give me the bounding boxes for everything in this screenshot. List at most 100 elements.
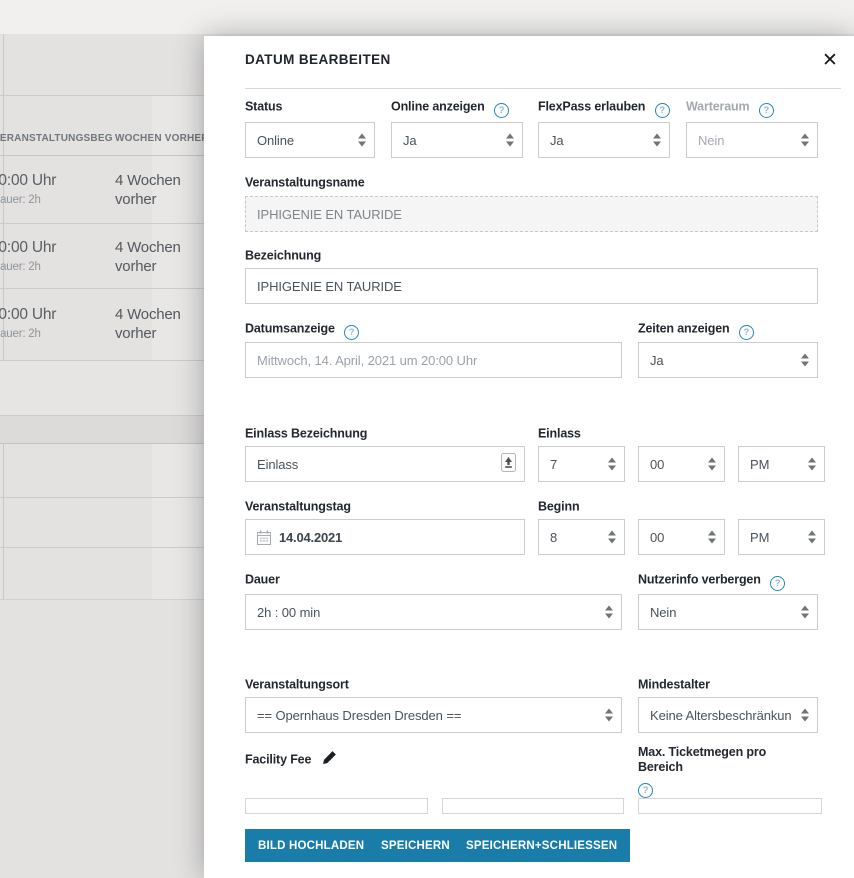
row-divider	[0, 288, 204, 289]
max-ticketmenge-label: Max. Ticketmegen pro Bereich ?	[638, 745, 798, 798]
flexpass-select[interactable]: Ja	[538, 122, 670, 158]
select-arrows-icon	[605, 709, 613, 722]
einlass-meridiem-select[interactable]: PM	[738, 446, 825, 482]
status-label: Status	[245, 99, 282, 114]
zeiten-anzeigen-label: Zeiten anzeigen ?	[638, 321, 754, 340]
edit-pencil-icon[interactable]	[322, 754, 337, 768]
select-value: 00	[650, 530, 664, 545]
label-text: Veranstaltungsort	[245, 678, 349, 692]
row-divider	[0, 223, 204, 224]
event-duration: Dauer: 2h	[0, 194, 41, 206]
facility-fee-input-2[interactable]	[442, 798, 624, 814]
select-value: Ja	[403, 133, 417, 148]
label-text: Zeiten anzeigen	[638, 322, 730, 336]
event-duration: Dauer: 2h	[0, 261, 41, 273]
empty-table-row	[0, 361, 204, 415]
table-header-divider	[0, 155, 204, 156]
warteraum-select[interactable]: Nein	[686, 122, 818, 158]
help-icon[interactable]: ?	[739, 325, 754, 340]
select-value: Nein	[698, 133, 724, 148]
select-value: Ja	[550, 133, 564, 148]
label-text: Datumsanzeige	[245, 322, 335, 336]
row-divider	[0, 599, 204, 600]
einlass-minute-select[interactable]: 00	[638, 446, 725, 482]
label-text: Veranstaltungsname	[245, 176, 365, 190]
close-icon[interactable]: ✕	[816, 46, 844, 74]
einlass-label: Einlass	[538, 426, 581, 441]
bezeichnung-input[interactable]	[245, 268, 818, 304]
bezeichnung-label: Bezeichnung	[245, 248, 321, 263]
label-text: Bezeichnung	[245, 249, 321, 263]
event-time: 20:00 Uhr	[0, 306, 56, 324]
row-divider	[0, 547, 204, 548]
select-value: Ja	[650, 353, 664, 368]
zeiten-anzeigen-select[interactable]: Ja	[638, 342, 818, 378]
warteraum-label: Warteraum ?	[686, 99, 774, 118]
weeks-before: 4 Wochen vorher	[115, 171, 189, 209]
help-icon[interactable]: ?	[655, 103, 670, 118]
input-value: Einlass	[257, 457, 298, 472]
help-icon[interactable]: ?	[344, 325, 359, 340]
facility-fee-label: Facility Fee	[245, 750, 337, 768]
bild-hochladen-button[interactable]: BILD HOCHLADEN	[245, 829, 377, 862]
label-text: Dauer	[245, 573, 280, 587]
veranstaltungsname-label: Veranstaltungsname	[245, 175, 365, 190]
label-text: Status	[245, 100, 282, 114]
label-text: Max. Ticketmegen pro Bereich	[638, 745, 766, 774]
help-icon[interactable]: ?	[770, 576, 785, 591]
veranstaltungstag-input[interactable]: 14.04.2021	[245, 519, 525, 555]
einlass-hour-select[interactable]: 7	[538, 446, 625, 482]
column-header-veranstaltungsbeginn: VERANSTALTUNGSBEGINN	[0, 133, 112, 144]
speichern-button[interactable]: SPEICHERN	[368, 829, 463, 862]
event-time: 20:00 Uhr	[0, 239, 56, 257]
table-top-divider	[0, 95, 204, 96]
calendar-icon	[257, 530, 271, 545]
select-arrows-icon	[808, 531, 816, 544]
select-value: Nein	[650, 605, 676, 620]
speichern-schliessen-button[interactable]: SPEICHERN+SCHLIESSEN	[453, 829, 630, 862]
online-anzeigen-select[interactable]: Ja	[391, 122, 523, 158]
select-arrows-icon	[808, 458, 816, 471]
row-divider	[0, 443, 204, 444]
veranstaltungsname-input	[245, 196, 818, 232]
select-value: PM	[750, 530, 769, 545]
label-text: Warteraum	[686, 100, 749, 114]
beginn-hour-select[interactable]: 8	[538, 519, 625, 555]
select-arrows-icon	[358, 134, 366, 147]
label-text: Online anzeigen	[391, 100, 485, 114]
event-time: 20:00 Uhr	[0, 172, 56, 190]
einlass-bezeichnung-input[interactable]: Einlass	[245, 446, 525, 482]
help-icon[interactable]: ?	[638, 783, 653, 798]
beginn-label: Beginn	[538, 499, 579, 514]
veranstaltungsort-select[interactable]: == Opernhaus Dresden Dresden ==	[245, 697, 622, 733]
select-value: 8	[550, 530, 557, 545]
column-header-wochen-vorher: WOCHEN VORHER	[115, 133, 209, 144]
dauer-select[interactable]: 2h : 00 min	[245, 594, 622, 630]
select-value: 2h : 00 min	[257, 605, 320, 620]
facility-fee-input-1[interactable]	[245, 798, 428, 814]
status-select[interactable]: Online	[245, 122, 375, 158]
help-icon[interactable]: ?	[759, 103, 774, 118]
page-top-bar	[0, 0, 854, 34]
screen: VERANSTALTUNGSBEGINN WOCHEN VORHER 20:00…	[0, 0, 854, 878]
mindestalter-select[interactable]: Keine Altersbeschränkun	[638, 697, 818, 733]
beginn-minute-select[interactable]: 00	[638, 519, 725, 555]
max-ticketmenge-input[interactable]	[638, 798, 822, 814]
label-text: Mindestalter	[638, 678, 710, 692]
mindestalter-label: Mindestalter	[638, 677, 710, 692]
nutzerinfo-label: Nutzerinfo verbergen ?	[638, 572, 785, 591]
edit-date-modal: DATUM BEARBEITEN ✕ Status Online Online …	[204, 36, 854, 878]
help-icon[interactable]: ?	[494, 103, 509, 118]
online-anzeigen-label: Online anzeigen ?	[391, 99, 509, 118]
event-duration: Dauer: 2h	[0, 328, 41, 340]
weeks-before: 4 Wochen vorher	[115, 238, 189, 276]
veranstaltungsort-label: Veranstaltungsort	[245, 677, 349, 692]
label-text: Nutzerinfo verbergen	[638, 573, 761, 587]
datumsanzeige-input[interactable]	[245, 342, 622, 378]
select-value: PM	[750, 457, 769, 472]
label-text: Beginn	[538, 500, 579, 514]
select-arrows-icon	[708, 531, 716, 544]
beginn-meridiem-select[interactable]: PM	[738, 519, 825, 555]
nutzerinfo-select[interactable]: Nein	[638, 594, 818, 630]
select-arrows-icon	[653, 134, 661, 147]
